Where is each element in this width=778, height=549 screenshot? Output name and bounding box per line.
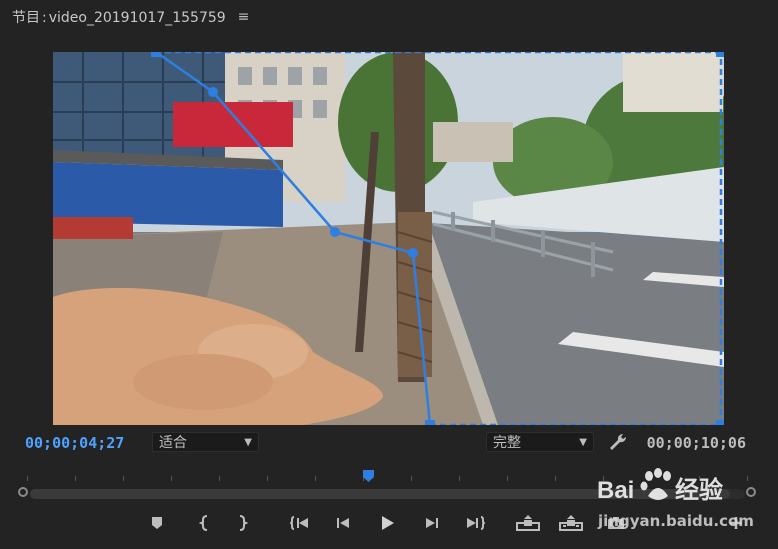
zoom-select-value: 适合	[159, 435, 187, 451]
go-to-out-button[interactable]	[463, 512, 485, 534]
svg-text:Bai: Bai	[597, 477, 634, 504]
video-frame	[53, 52, 724, 425]
lift-button[interactable]	[515, 512, 541, 534]
lift-icon	[516, 515, 540, 531]
baidu-jingyan-watermark: Bai 经验	[597, 466, 747, 506]
step-forward-button[interactable]	[422, 512, 442, 534]
duration-timecode: 00;00;10;06	[646, 434, 746, 452]
mark-out-button[interactable]	[236, 512, 250, 534]
marker-icon	[152, 517, 162, 529]
go-to-in-button[interactable]	[290, 512, 312, 534]
chevron-down-icon: ▼	[244, 436, 252, 448]
playhead[interactable]	[362, 468, 375, 482]
go-to-in-icon	[290, 516, 308, 530]
zoom-select[interactable]: 适合 ▼	[152, 432, 259, 452]
mark-out-icon	[239, 515, 248, 531]
zoom-scrollbar-left-handle[interactable]	[18, 487, 28, 497]
panel-title[interactable]: 节目: video_20191017_155759	[12, 7, 226, 27]
current-timecode[interactable]: 00;00;04;27	[25, 434, 124, 452]
extract-icon	[559, 515, 583, 531]
playback-resolution-select[interactable]: 完整 ▼	[486, 432, 594, 452]
zoom-scrollbar-right-handle[interactable]	[746, 487, 756, 497]
quality-select-value: 完整	[493, 435, 521, 451]
play-button[interactable]	[377, 512, 397, 534]
panel-titlebar: 节目: video_20191017_155759 ≡	[0, 0, 778, 34]
go-to-out-icon	[467, 516, 485, 530]
chevron-down-icon: ▼	[579, 436, 587, 448]
hamburger-menu-icon[interactable]: ≡	[238, 9, 250, 25]
panel-title-prefix: 节目	[12, 10, 40, 26]
mark-in-icon	[199, 515, 208, 531]
watermark-url: jingyan.baidu.com	[598, 512, 754, 530]
play-icon	[382, 516, 394, 530]
sequence-name: video_20191017_155759	[48, 10, 226, 26]
step-forward-icon	[426, 518, 438, 528]
step-back-icon	[337, 518, 349, 528]
mark-in-button[interactable]	[197, 512, 211, 534]
add-marker-button[interactable]	[149, 512, 165, 534]
extract-button[interactable]	[558, 512, 584, 534]
wrench-icon[interactable]	[608, 432, 630, 452]
step-back-button[interactable]	[333, 512, 353, 534]
svg-text:经验: 经验	[675, 476, 723, 504]
program-monitor-viewer[interactable]	[53, 52, 724, 425]
